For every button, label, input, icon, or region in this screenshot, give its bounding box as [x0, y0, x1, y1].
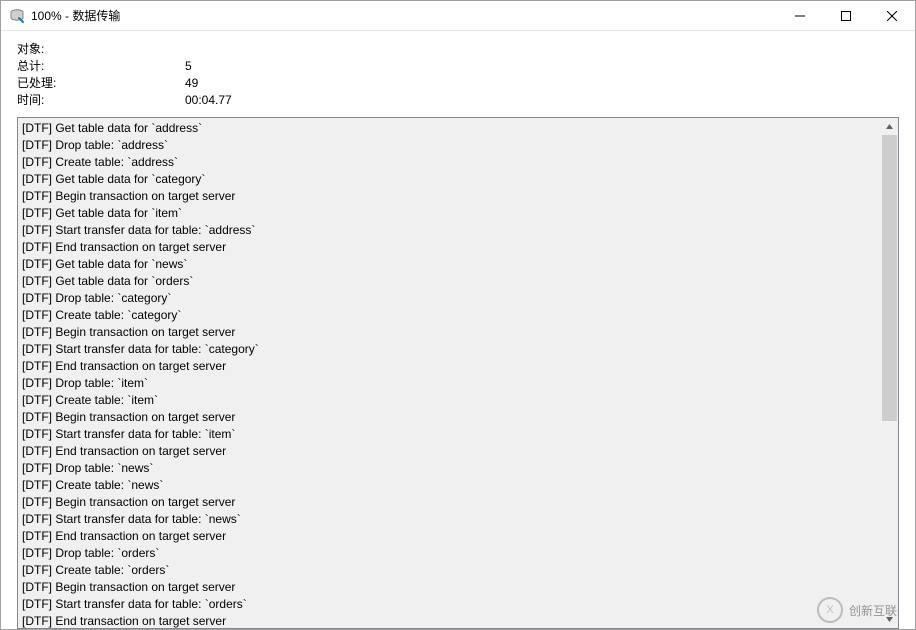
- log-line[interactable]: [DTF] Start transfer data for table: `ca…: [22, 341, 877, 358]
- log-line[interactable]: [DTF] Get table data for `news`: [22, 256, 877, 273]
- log-line[interactable]: [DTF] Drop table: `news`: [22, 460, 877, 477]
- log-line[interactable]: [DTF] Get table data for `item`: [22, 205, 877, 222]
- log-line[interactable]: [DTF] Create table: `orders`: [22, 562, 877, 579]
- scroll-down-button[interactable]: [881, 611, 898, 628]
- log-line[interactable]: [DTF] Start transfer data for table: `it…: [22, 426, 877, 443]
- log-line[interactable]: [DTF] End transaction on target server: [22, 358, 877, 375]
- log-line[interactable]: [DTF] Create table: `address`: [22, 154, 877, 171]
- maximize-button[interactable]: [823, 1, 869, 31]
- log-line[interactable]: [DTF] End transaction on target server: [22, 239, 877, 256]
- log-line[interactable]: [DTF] Get table data for `category`: [22, 171, 877, 188]
- log-line[interactable]: [DTF] End transaction on target server: [22, 613, 877, 628]
- stat-row-time: 时间: 00:04.77: [17, 92, 899, 109]
- window-title: 100% - 数据传输: [31, 7, 120, 24]
- close-button[interactable]: [869, 1, 915, 31]
- log-line[interactable]: [DTF] Begin transaction on target server: [22, 409, 877, 426]
- log-line[interactable]: [DTF] Begin transaction on target server: [22, 494, 877, 511]
- log-line[interactable]: [DTF] Begin transaction on target server: [22, 188, 877, 205]
- log-line[interactable]: [DTF] Get table data for `address`: [22, 120, 877, 137]
- log-lines[interactable]: [DTF] Get table data for `address`[DTF] …: [18, 118, 881, 628]
- content-area: 对象: 总计: 5 已处理: 49 时间: 00:04.77 [DTF] Get…: [1, 31, 915, 629]
- stat-label-time: 时间:: [17, 92, 185, 109]
- stat-value-processed: 49: [185, 75, 198, 92]
- log-line[interactable]: [DTF] Start transfer data for table: `or…: [22, 596, 877, 613]
- stat-row-object: 对象:: [17, 41, 899, 58]
- log-line[interactable]: [DTF] Drop table: `address`: [22, 137, 877, 154]
- titlebar[interactable]: 100% - 数据传输: [1, 1, 915, 31]
- stat-label-processed: 已处理:: [17, 75, 185, 92]
- stat-label-object: 对象:: [17, 41, 185, 58]
- log-box: [DTF] Get table data for `address`[DTF] …: [17, 117, 899, 629]
- log-line[interactable]: [DTF] End transaction on target server: [22, 443, 877, 460]
- log-line[interactable]: [DTF] Begin transaction on target server: [22, 579, 877, 596]
- app-window: 100% - 数据传输 对象: 总计: 5 已处理: 49: [0, 0, 916, 630]
- scroll-up-button[interactable]: [881, 118, 898, 135]
- stat-value-total: 5: [185, 58, 192, 75]
- stat-value-time: 00:04.77: [185, 92, 232, 109]
- scroll-track[interactable]: [881, 135, 898, 611]
- log-line[interactable]: [DTF] Get table data for `orders`: [22, 273, 877, 290]
- log-line[interactable]: [DTF] Create table: `news`: [22, 477, 877, 494]
- stat-label-total: 总计:: [17, 58, 185, 75]
- log-line[interactable]: [DTF] Drop table: `category`: [22, 290, 877, 307]
- log-line[interactable]: [DTF] Drop table: `orders`: [22, 545, 877, 562]
- log-line[interactable]: [DTF] Drop table: `item`: [22, 375, 877, 392]
- stat-row-total: 总计: 5: [17, 58, 899, 75]
- log-line[interactable]: [DTF] Begin transaction on target server: [22, 324, 877, 341]
- stat-row-processed: 已处理: 49: [17, 75, 899, 92]
- log-line[interactable]: [DTF] Start transfer data for table: `ne…: [22, 511, 877, 528]
- log-scrollbar[interactable]: [881, 118, 898, 628]
- log-line[interactable]: [DTF] End transaction on target server: [22, 528, 877, 545]
- log-line[interactable]: [DTF] Start transfer data for table: `ad…: [22, 222, 877, 239]
- log-line[interactable]: [DTF] Create table: `item`: [22, 392, 877, 409]
- minimize-button[interactable]: [777, 1, 823, 31]
- stats-panel: 对象: 总计: 5 已处理: 49 时间: 00:04.77: [17, 41, 899, 109]
- app-icon: [9, 8, 25, 24]
- log-line[interactable]: [DTF] Create table: `category`: [22, 307, 877, 324]
- scroll-thumb[interactable]: [882, 135, 897, 421]
